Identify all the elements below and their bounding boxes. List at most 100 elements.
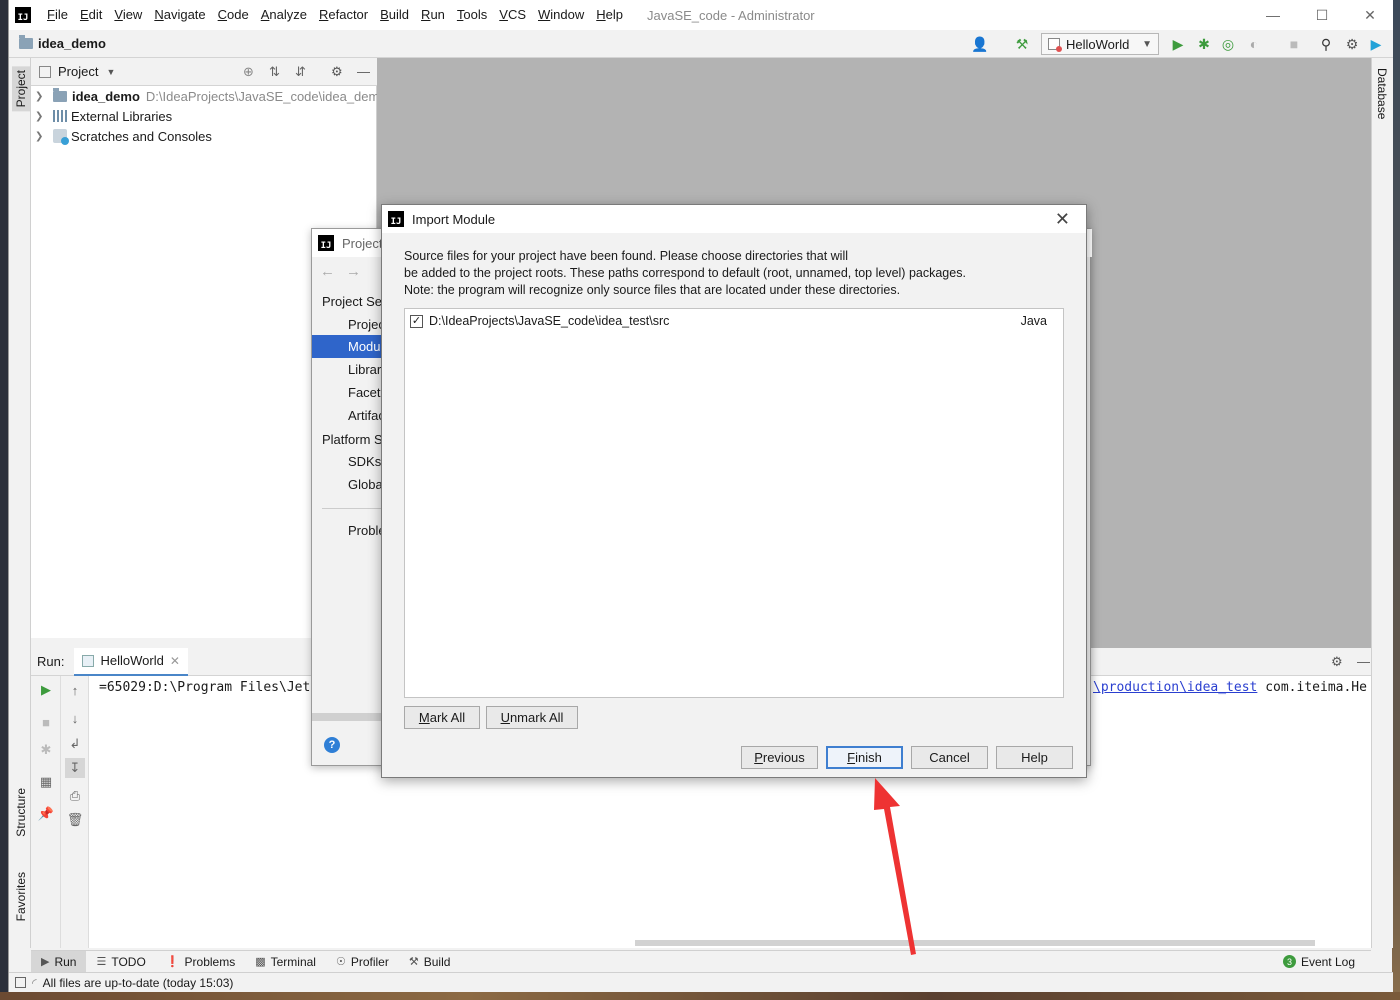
tab-database[interactable]: Database — [1375, 68, 1389, 119]
menu-navigate[interactable]: Navigate — [148, 0, 211, 30]
rerun-icon[interactable]: ▶ — [38, 682, 54, 698]
menu-run[interactable]: Run — [415, 0, 451, 30]
tree-item-path: D:\IdeaProjects\JavaSE_code\idea_demo — [145, 88, 387, 104]
menu-help[interactable]: Help — [590, 0, 629, 30]
forward-arrow-icon[interactable]: → — [346, 263, 361, 280]
tool-tab-profiler[interactable]: ☉ Profiler — [326, 951, 399, 973]
stop-icon[interactable]: ■ — [1285, 35, 1303, 53]
print-icon[interactable]: ⎙ — [67, 788, 83, 804]
menu-build[interactable]: Build — [374, 0, 415, 30]
menu-analyze[interactable]: Analyze — [255, 0, 313, 30]
tool-tab-terminal[interactable]: ▩ Terminal — [245, 951, 326, 973]
hide-panel-icon[interactable]: — — [357, 64, 370, 79]
list-item[interactable]: ✓ D:\IdeaProjects\JavaSE_code\idea_test\… — [405, 311, 1063, 331]
tool-tab-build[interactable]: ⚒ Build — [399, 951, 461, 973]
mark-all-button[interactable]: Mark All — [404, 706, 480, 729]
menu-view[interactable]: View — [108, 0, 148, 30]
chevron-right-icon[interactable]: ❯ — [35, 131, 49, 142]
section-project-settings: Project Settings — [322, 294, 388, 309]
panel-settings-gear-icon[interactable]: ⚙ — [331, 64, 343, 80]
run-toolbar-right: ↑ ↓ ↲ ↧ ⎙ 🗑 — [61, 676, 89, 948]
previous-button[interactable]: Previous — [741, 746, 818, 769]
horizontal-scrollbar[interactable] — [635, 940, 1315, 946]
close-window-icon[interactable]: ✕ — [1347, 0, 1393, 30]
menu-code[interactable]: Code — [212, 0, 255, 30]
help-icon[interactable]: ? — [324, 737, 340, 753]
stop-icon[interactable]: ■ — [38, 714, 54, 730]
unmark-all-button[interactable]: Unmark All — [486, 706, 578, 729]
chevron-right-icon[interactable]: ❯ — [35, 91, 49, 102]
desktop-background-right — [1392, 0, 1400, 1000]
breadcrumb[interactable]: idea_demo — [19, 35, 106, 51]
locate-icon[interactable]: ⊕ — [243, 64, 254, 80]
cancel-button[interactable]: Cancel — [911, 746, 988, 769]
divider — [322, 508, 384, 509]
description-line-2: be added to the project roots. These pat… — [404, 266, 966, 280]
finish-button[interactable]: Finish — [826, 746, 903, 769]
back-arrow-icon[interactable]: ← — [320, 263, 335, 280]
minimize-icon[interactable]: — — [1250, 0, 1296, 30]
hide-run-panel-icon[interactable]: — — [1357, 654, 1370, 669]
run-settings-gear-icon[interactable]: ⚙ — [1331, 654, 1343, 670]
tool-tab-problems[interactable]: ❗ Problems — [156, 951, 245, 973]
collapse-all-icon[interactable]: ⇵ — [295, 64, 306, 80]
arrow-up-icon[interactable]: ↑ — [67, 682, 83, 698]
code-with-me-icon[interactable]: ▶ — [1367, 35, 1385, 53]
tool-tab-run[interactable]: ▶ Run — [31, 950, 87, 973]
settings-gear-icon[interactable]: ⚙ — [1343, 35, 1361, 53]
user-icon[interactable]: 👤 — [971, 35, 989, 53]
profile-icon[interactable]: ◐ — [1245, 35, 1263, 53]
coverage-icon[interactable]: ◎ — [1219, 35, 1237, 53]
search-icon[interactable]: ⚲ — [1317, 35, 1335, 53]
tab-favorites[interactable]: Favorites — [14, 872, 28, 921]
debug-icon[interactable]: ✱ — [1195, 35, 1213, 53]
tab-project[interactable]: Project — [12, 66, 30, 112]
menu-refactor[interactable]: Refactor — [313, 0, 374, 30]
menu-label: CS — [507, 7, 526, 22]
close-tab-icon[interactable]: ✕ — [170, 654, 180, 668]
trash-icon[interactable]: 🗑 — [67, 812, 84, 828]
event-log-count-badge: 3 — [1282, 955, 1296, 968]
tree-item-external-libraries[interactable]: ❯ External Libraries — [31, 106, 172, 126]
event-log-button[interactable]: 3 Event Log — [1273, 951, 1365, 973]
tree-item-idea-demo[interactable]: ❯ idea_demo D:\IdeaProjects\JavaSE_code\… — [31, 86, 387, 106]
tree-item-label: Scratches and Consoles — [71, 128, 212, 144]
project-panel-title[interactable]: Project — [58, 64, 98, 79]
toggle-tool-windows-icon[interactable] — [15, 977, 26, 988]
tree-item-scratches[interactable]: ❯ Scratches and Consoles — [31, 126, 212, 146]
run-icon[interactable]: ▶ — [1169, 35, 1187, 53]
menu-file[interactable]: File — [41, 0, 74, 30]
run-tab-helloworld[interactable]: HelloWorld ✕ — [74, 647, 188, 676]
desktop-background-bottom — [0, 992, 1400, 1000]
tool-tab-label: Build — [423, 954, 451, 969]
tab-structure[interactable]: Structure — [14, 788, 28, 837]
build-hammer-icon[interactable]: ⚒ — [1013, 35, 1031, 53]
expand-all-icon[interactable]: ⇅ — [269, 64, 280, 80]
debug-icon[interactable]: ✱ — [38, 742, 54, 758]
chevron-right-icon[interactable]: ❯ — [35, 111, 49, 122]
pin-icon[interactable]: 📌 — [38, 806, 54, 822]
close-icon[interactable]: ✕ — [1055, 209, 1070, 230]
menu-tools[interactable]: Tools — [451, 0, 493, 30]
menu-mnemonic: H — [596, 7, 606, 22]
chevron-down-icon[interactable]: ▼ — [106, 67, 115, 77]
menu-window[interactable]: Window — [532, 0, 590, 30]
console-link[interactable]: \production\idea_test — [1093, 680, 1257, 695]
help-button[interactable]: Help — [996, 746, 1073, 769]
soft-wrap-icon[interactable]: ↲ — [67, 736, 83, 752]
menu-mnemonic: N — [154, 7, 164, 22]
directory-checkbox[interactable]: ✓ — [410, 314, 423, 328]
run-icon: ▶ — [41, 956, 50, 968]
scrollbar[interactable] — [312, 713, 384, 721]
tool-tab-todo[interactable]: ☰ TODO — [86, 951, 155, 973]
menu-vcs[interactable]: VCS — [493, 0, 532, 30]
maximize-icon[interactable]: ☐ — [1299, 0, 1345, 30]
menu-edit[interactable]: Edit — [74, 0, 108, 30]
profiler-icon: ☉ — [335, 956, 346, 968]
arrow-down-icon[interactable]: ↓ — [67, 710, 83, 726]
dialog-title: Project — [342, 235, 383, 251]
intellij-logo-icon: IJ — [15, 7, 31, 23]
scroll-to-end-icon[interactable]: ↧ — [65, 758, 85, 778]
layout-icon[interactable]: ▦ — [38, 774, 54, 790]
run-configuration-select[interactable]: HelloWorld ▼ — [1041, 33, 1159, 55]
